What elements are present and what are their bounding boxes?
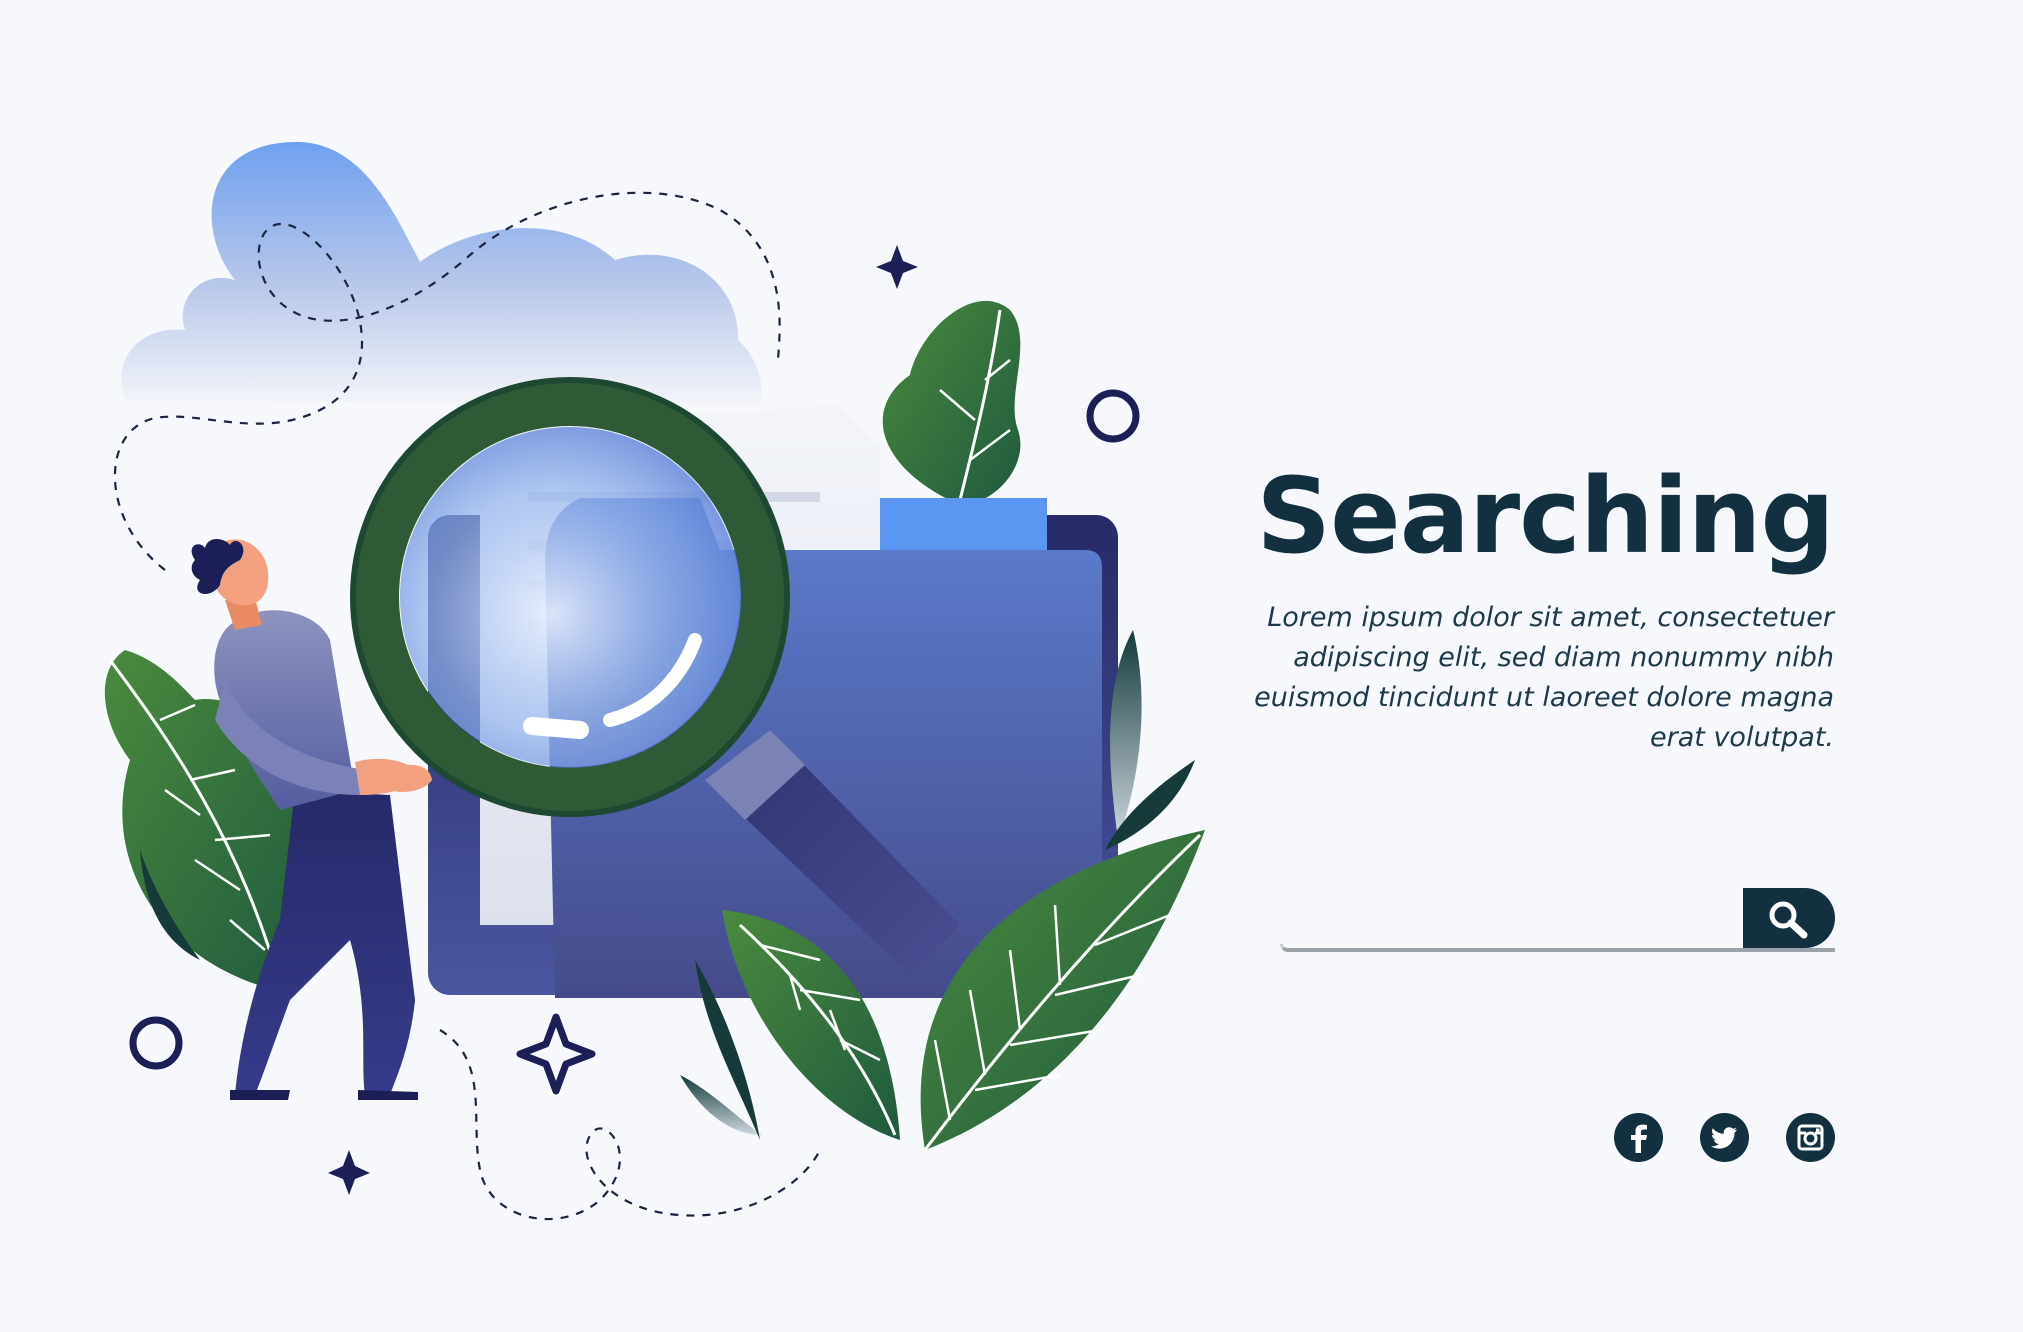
search-bar — [1280, 888, 1835, 952]
circle-icon — [129, 1016, 183, 1070]
twitter-link[interactable] — [1700, 1113, 1749, 1162]
magnifying-glass-icon — [350, 377, 790, 817]
search-input[interactable] — [1280, 888, 1740, 948]
search-illustration — [104, 141, 1205, 1221]
page-title: Searching — [1256, 455, 1835, 577]
page-description: Lorem ipsum dolor sit amet, consectetuer… — [1254, 602, 1834, 753]
cloud-icon — [121, 141, 762, 405]
sparkle-icon — [516, 1013, 596, 1095]
magnifier-icon — [1769, 901, 1808, 939]
facebook-icon — [1631, 1124, 1647, 1153]
instagram-icon — [1797, 1124, 1824, 1151]
sparkle-icon — [876, 245, 918, 289]
instagram-link[interactable] — [1786, 1113, 1835, 1162]
landing-page: Searching Lorem ipsum dolor sit amet, co… — [0, 0, 2023, 1332]
sparkle-icon — [328, 1150, 370, 1195]
leaf-icon — [882, 300, 1021, 505]
search-button[interactable] — [1743, 888, 1835, 948]
facebook-link[interactable] — [1614, 1113, 1663, 1162]
social-links — [1614, 1113, 1836, 1163]
twitter-icon — [1711, 1127, 1737, 1149]
circle-icon — [1086, 389, 1140, 443]
